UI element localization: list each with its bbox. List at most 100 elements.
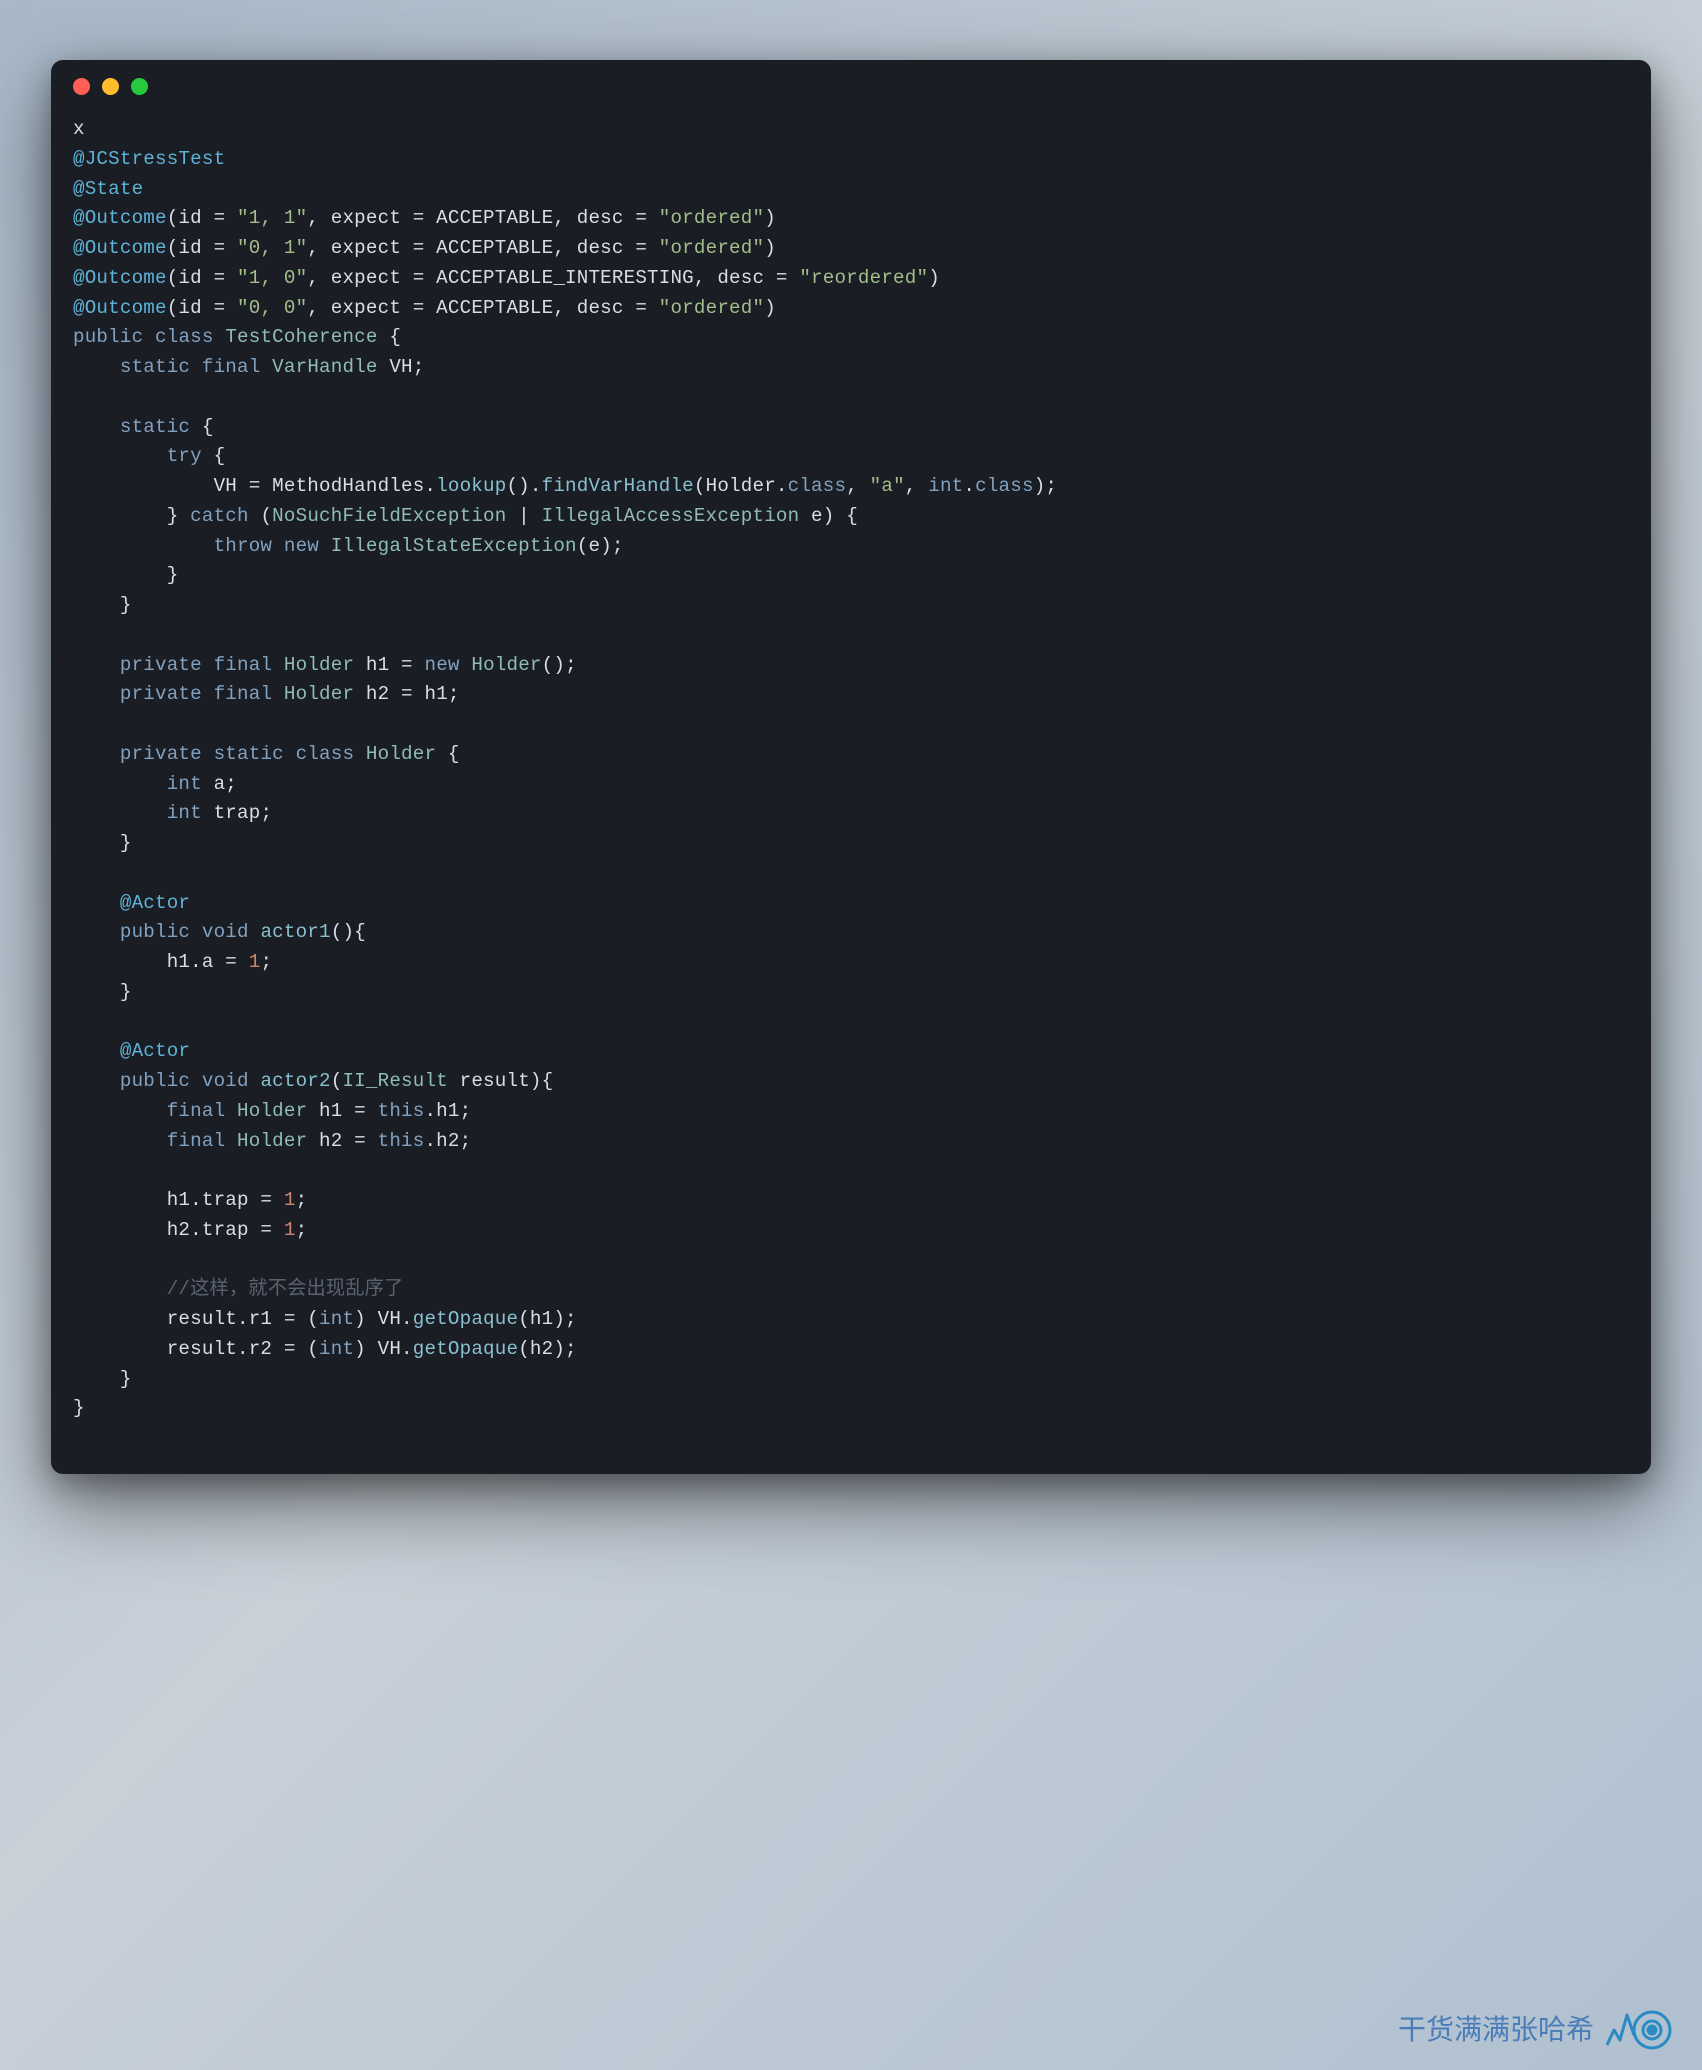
code-token: (h2); [518,1338,577,1360]
code-editor-window: x@JCStressTest@State@Outcome(id = "1, 1"… [51,60,1651,1474]
code-token: IllegalStateException [331,535,577,557]
code-token: (id = [167,297,237,319]
code-token: (h1); [518,1308,577,1330]
code-token [190,1070,202,1092]
code-token: final [202,356,261,378]
code-token [73,773,167,795]
code-token: try [167,445,202,467]
code-token [190,356,202,378]
code-token: private [120,654,202,676]
code-token: Holder [366,743,436,765]
code-line: result.r2 = (int) VH.getOpaque(h2); [73,1335,1629,1365]
code-token: ; [296,1189,308,1211]
code-token [272,683,284,705]
code-token: "0, 1" [237,237,307,259]
code-token: } [73,981,132,1003]
code-token: void [202,921,249,943]
code-token: , [905,475,928,497]
code-token: getOpaque [413,1308,518,1330]
code-token: ( [249,505,272,527]
zoom-icon[interactable] [131,78,148,95]
window-title-bar [51,60,1651,105]
code-token: 1 [284,1219,296,1241]
code-line: private final Holder h2 = h1; [73,680,1629,710]
code-token: { [378,326,401,348]
code-content[interactable]: x@JCStressTest@State@Outcome(id = "1, 1"… [51,105,1651,1474]
code-line [73,1246,1629,1276]
code-line: final Holder h2 = this.h2; [73,1127,1629,1157]
code-line: public class TestCoherence { [73,323,1629,353]
code-token [73,743,120,765]
code-token [190,921,202,943]
code-line: final Holder h1 = this.h1; [73,1097,1629,1127]
code-token: VarHandle [272,356,377,378]
code-token: h2.trap = [73,1219,284,1241]
code-token: h1 = [307,1100,377,1122]
code-token: { [202,445,225,467]
code-token: class [296,743,355,765]
code-token [143,326,155,348]
code-token: e) { [799,505,858,527]
code-token: public [120,921,190,943]
code-token: h1.a = [73,951,249,973]
code-token: , expect = ACCEPTABLE, desc = [307,237,658,259]
code-token: @Outcome [73,297,167,319]
code-token [272,535,284,557]
code-token: Holder [237,1100,307,1122]
code-line: @Actor [73,1037,1629,1067]
code-token: lookup [436,475,506,497]
code-token: ) VH. [354,1338,413,1360]
code-token: (){ [331,921,366,943]
code-token: (Holder. [694,475,788,497]
code-token: result.r2 = ( [73,1338,319,1360]
code-token [272,654,284,676]
code-token: h1.trap = [73,1189,284,1211]
code-token: @Outcome [73,237,167,259]
code-token: Holder [471,654,541,676]
code-line: //这样，就不会出现乱序了 [73,1275,1629,1305]
code-token: Holder [284,683,354,705]
code-token: class [975,475,1034,497]
code-token: h2 = [307,1130,377,1152]
code-token: "1, 1" [237,207,307,229]
code-token: (id = [167,237,237,259]
code-line [73,859,1629,889]
code-token: (id = [167,207,237,229]
code-token [73,416,120,438]
minimize-icon[interactable] [102,78,119,95]
code-line: } catch (NoSuchFieldException | IllegalA… [73,502,1629,532]
code-token: this [378,1100,425,1122]
code-token: } [73,1368,132,1390]
code-line: } [73,829,1629,859]
code-token [319,535,331,557]
code-token: class [788,475,847,497]
code-token [73,802,167,824]
code-line [73,1156,1629,1186]
code-token: final [167,1130,226,1152]
code-token [73,1278,167,1300]
code-token: , expect = ACCEPTABLE_INTERESTING, desc … [307,267,799,289]
code-line: @Outcome(id = "0, 1", expect = ACCEPTABL… [73,234,1629,264]
code-token: actor1 [260,921,330,943]
code-token: this [378,1130,425,1152]
code-line: throw new IllegalStateException(e); [73,532,1629,562]
code-token: VH = MethodHandles. [73,475,436,497]
code-token [73,654,120,676]
code-token: . [963,475,975,497]
code-token: catch [190,505,249,527]
code-line: result.r1 = (int) VH.getOpaque(h1); [73,1305,1629,1335]
close-icon[interactable] [73,78,90,95]
code-token: "0, 0" [237,297,307,319]
code-line: } [73,591,1629,621]
code-token: result){ [448,1070,553,1092]
code-token: ( [331,1070,343,1092]
code-token: class [155,326,214,348]
code-line: } [73,1365,1629,1395]
code-token: (). [506,475,541,497]
code-token: { [436,743,459,765]
code-token: } [73,564,178,586]
code-line: h1.a = 1; [73,948,1629,978]
code-token: new [424,654,459,676]
code-token: II_Result [342,1070,447,1092]
watermark-text: 干货满满张哈希 [1398,2008,1594,2048]
